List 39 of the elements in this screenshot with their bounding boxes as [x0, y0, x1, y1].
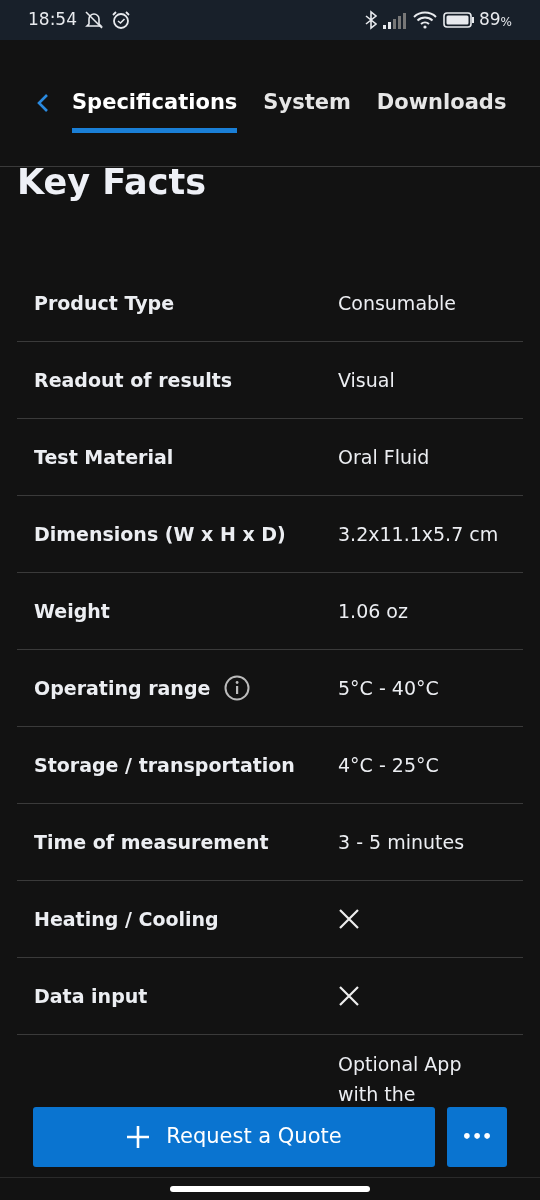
- cross-icon: [338, 985, 360, 1007]
- battery-percent: 89: [478, 8, 501, 32]
- spec-value: Consumable: [338, 291, 458, 316]
- section-heading: Key Facts: [16, 165, 208, 204]
- spec-label: Weight: [34, 598, 110, 624]
- spec-value: Optional App with the: [338, 1052, 463, 1107]
- bluetooth-icon: [364, 10, 377, 30]
- info-icon[interactable]: [224, 675, 251, 701]
- more-button[interactable]: •••: [447, 1107, 507, 1167]
- spec-label: Storage / transportation: [34, 752, 295, 778]
- tab[interactable]: Specifications: [72, 73, 238, 133]
- wifi-icon: [412, 11, 437, 29]
- spec-label: Data input: [34, 983, 148, 1009]
- spec-value: 3 - 5 minutes: [338, 830, 466, 855]
- signal-icon: [382, 11, 407, 29]
- spec-value: Oral Fluid: [338, 445, 431, 470]
- back-icon[interactable]: [36, 92, 50, 114]
- spec-value: 3.2x11.1x5.7 cm: [338, 522, 500, 547]
- clock-time: 18:54: [28, 8, 77, 32]
- spec-label: Operating range: [34, 675, 211, 701]
- spec-value: 5°C - 40°C: [338, 676, 440, 701]
- spec-label: Time of measurement: [34, 829, 269, 855]
- battery-icon: [442, 11, 475, 29]
- spec-label: Dimensions (W x H x D): [34, 521, 286, 547]
- spec-label: Heating / Cooling: [34, 906, 219, 932]
- spec-value: 1.06 oz: [338, 599, 409, 624]
- spec-value: 4°C - 25°C: [338, 753, 440, 778]
- tab[interactable]: System: [263, 73, 351, 133]
- spec-value: Visual: [338, 368, 396, 393]
- cross-icon: [338, 908, 360, 930]
- spec-label: Test Material: [34, 444, 174, 470]
- spec-label: Product Type: [34, 290, 174, 316]
- battery-unit: %: [500, 15, 512, 31]
- muted-bell-icon: [83, 10, 105, 30]
- plus-icon: [126, 1125, 151, 1149]
- spec-label: Readout of results: [34, 367, 233, 393]
- alarm-icon: [111, 10, 131, 30]
- request-quote-button[interactable]: Request a Quote: [33, 1107, 435, 1167]
- tab[interactable]: Downloads: [376, 73, 507, 133]
